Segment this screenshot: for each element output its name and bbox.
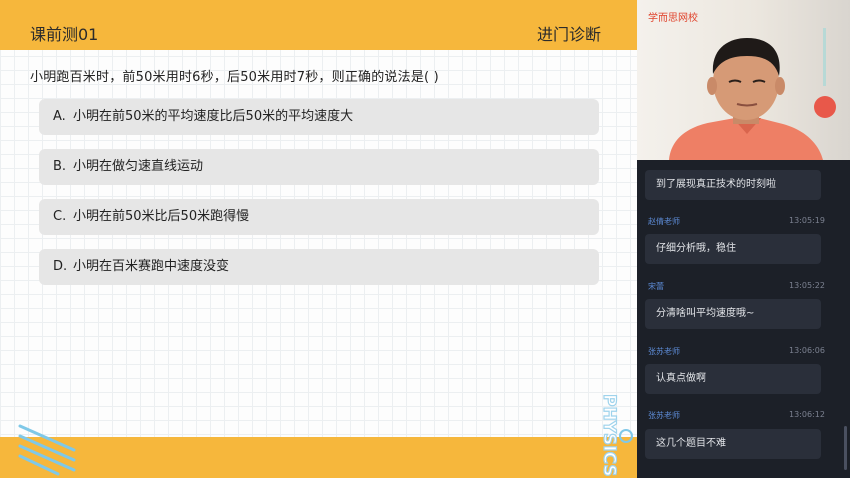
chat-message-bubble: 这几个题目不难 — [645, 429, 821, 459]
chat-sender-name: 张苏老师 — [648, 411, 680, 420]
physics-watermark-text: PHYSICS — [599, 394, 619, 477]
slide-section-tag: 进门诊断 — [536, 25, 601, 44]
decorative-stripes-icon — [18, 424, 76, 476]
chat-message-bubble: 认真点做啊 — [645, 364, 821, 394]
option-letter: C. — [53, 209, 67, 224]
slide-title: 课前测01 — [30, 25, 99, 44]
chat-message-bubble: 到了展现真正技术的时刻啦 — [645, 170, 821, 200]
brand-logo-text: 学而思网校 — [648, 13, 698, 24]
option-letter: B. — [53, 159, 67, 174]
option-letter: D. — [53, 259, 68, 274]
option-text: 小明在前50米比后50米跑得慢 — [73, 209, 250, 224]
chat-sender-name: 赵倩老师 — [648, 217, 680, 226]
option-text: 小明在百米赛跑中速度没变 — [73, 259, 230, 274]
chat-message-bubble: 分清啥叫平均速度哦~ — [645, 299, 821, 329]
chat-message-bubble: 仔细分析哦，稳住 — [645, 234, 821, 264]
chat-timestamp: 13:05:19 — [789, 216, 825, 225]
chat-timestamp: 13:05:22 — [789, 281, 825, 290]
chat-scrollbar[interactable] — [844, 426, 847, 470]
teacher-video-feed: 学而思网校 — [637, 0, 850, 160]
chat-sender-name: 宋蕾 — [648, 282, 664, 291]
option-c[interactable]: C. 小明在前50米比后50米跑得慢 — [39, 199, 599, 235]
teacher-figure-icon — [669, 38, 823, 160]
chat-panel: 到了展现真正技术的时刻啦 赵倩老师 13:05:19 仔细分析哦，稳住 宋蕾 1… — [637, 160, 850, 478]
option-text: 小明在前50米的平均速度比后50米的平均速度大 — [73, 109, 354, 124]
physics-watermark-logo: PHYSICS — [598, 393, 633, 477]
chat-timestamp: 13:06:06 — [789, 346, 825, 355]
chat-sender-name: 张苏老师 — [648, 347, 680, 356]
option-d[interactable]: D. 小明在百米赛跑中速度没变 — [39, 249, 599, 285]
option-letter: A. — [53, 109, 66, 124]
slide-footer-bar — [0, 437, 637, 478]
chat-timestamp: 13:06:12 — [789, 410, 825, 419]
question-text: 小明跑百米时，前50米用时6秒，后50米用时7秒，则正确的说法是( ) — [30, 70, 439, 85]
option-a[interactable]: A. 小明在前50米的平均速度比后50米的平均速度大 — [39, 99, 599, 135]
courseware-slide: 课前测01 进门诊断 小明跑百米时，前50米用时6秒，后50米用时7秒，则正确的… — [0, 0, 637, 478]
live-class-window: 课前测01 进门诊断 小明跑百米时，前50米用时6秒，后50米用时7秒，则正确的… — [0, 0, 850, 478]
option-text: 小明在做匀速直线运动 — [73, 159, 204, 174]
option-b[interactable]: B. 小明在做匀速直线运动 — [39, 149, 599, 185]
